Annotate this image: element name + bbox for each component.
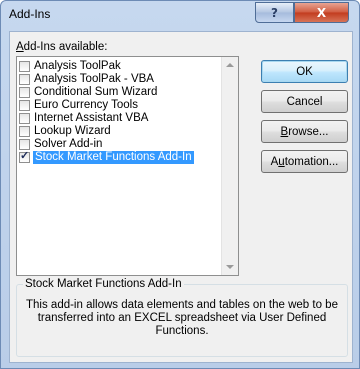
list-item-label: Analysis ToolPak - VBA xyxy=(34,73,154,85)
checkbox[interactable] xyxy=(19,74,30,85)
cancel-button[interactable]: Cancel xyxy=(261,90,348,113)
checkbox[interactable] xyxy=(19,100,30,111)
add-ins-dialog: Add-Ins ? X Add-Ins available: Analysis … xyxy=(0,0,360,369)
list-item[interactable]: Euro Currency Tools xyxy=(19,99,219,112)
checkbox[interactable] xyxy=(19,87,30,98)
scroll-down-icon[interactable] xyxy=(226,265,234,269)
list-item-label: Lookup Wizard xyxy=(34,125,111,137)
help-button[interactable]: ? xyxy=(255,2,294,23)
list-item[interactable]: Lookup Wizard xyxy=(19,125,219,138)
list-item[interactable]: Analysis ToolPak xyxy=(19,60,219,73)
description-title: Stock Market Functions Add-In xyxy=(23,278,184,290)
description-text: This add-in allows data elements and tab… xyxy=(26,299,338,337)
list-item[interactable]: Conditional Sum Wizard xyxy=(19,86,219,99)
checkbox[interactable] xyxy=(19,113,30,124)
list-item-label: Stock Market Functions Add-In xyxy=(33,151,194,164)
scroll-up-icon[interactable] xyxy=(226,63,234,67)
list-item[interactable]: Solver Add-in xyxy=(19,138,219,151)
close-button[interactable]: X xyxy=(294,2,349,23)
help-icon: ? xyxy=(271,5,278,20)
list-item-label: Conditional Sum Wizard xyxy=(34,86,158,98)
title-bar[interactable]: Add-Ins ? X xyxy=(1,1,359,31)
listbox-scrollbar[interactable] xyxy=(221,57,238,275)
close-icon: X xyxy=(316,5,327,20)
checkbox[interactable] xyxy=(19,126,30,137)
list-item[interactable]: Stock Market Functions Add-In xyxy=(19,150,219,164)
browse-button[interactable]: Browse... xyxy=(261,120,348,143)
add-ins-listbox[interactable]: Analysis ToolPak Analysis ToolPak - VBA Co… xyxy=(16,56,239,276)
list-item[interactable]: Internet Assistant VBA xyxy=(19,112,219,125)
checkbox[interactable] xyxy=(19,139,30,150)
description-group: Stock Market Functions Add-In This add-i… xyxy=(16,278,348,357)
list-item[interactable]: Analysis ToolPak - VBA xyxy=(19,73,219,86)
checkbox[interactable] xyxy=(19,61,30,72)
list-item-label: Internet Assistant VBA xyxy=(34,112,149,124)
list-item-label: Solver Add-in xyxy=(34,138,103,150)
dialog-body: Add-Ins available: Analysis ToolPak Analy… xyxy=(9,31,353,363)
ok-button[interactable]: OK xyxy=(261,60,348,83)
checkbox[interactable] xyxy=(19,150,30,163)
list-item-label: Euro Currency Tools xyxy=(34,99,138,111)
add-ins-available-label: Add-Ins available: xyxy=(16,41,108,53)
automation-button[interactable]: Au tomation... xyxy=(261,150,348,173)
window-title: Add-Ins xyxy=(9,7,51,21)
list-item-label: Analysis ToolPak xyxy=(34,60,121,72)
